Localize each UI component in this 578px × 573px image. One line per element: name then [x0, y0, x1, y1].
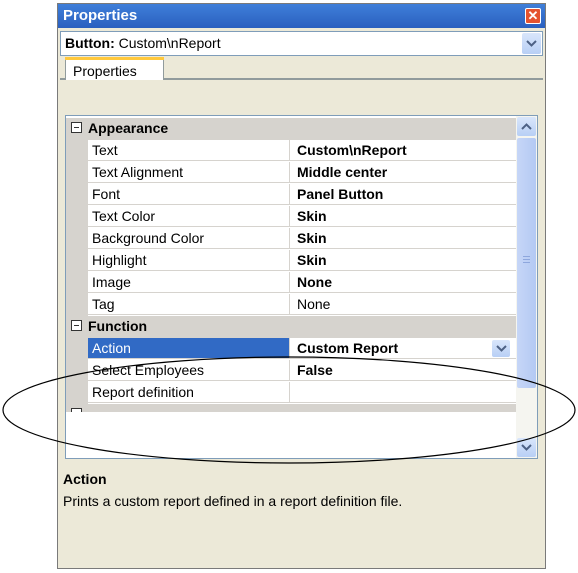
property-value[interactable]: None: [290, 294, 516, 315]
object-selector-dropdown-button[interactable]: [522, 33, 541, 54]
property-value[interactable]: False: [290, 360, 516, 381]
property-row-select-employees[interactable]: Select Employees False: [66, 360, 516, 382]
property-name: Background Color: [88, 228, 290, 249]
property-row-highlight[interactable]: Highlight Skin: [66, 250, 516, 272]
property-value[interactable]: [290, 382, 516, 403]
property-row-action[interactable]: Action Custom Report: [66, 338, 516, 360]
property-row-text-color[interactable]: Text Color Skin: [66, 206, 516, 228]
help-text: Prints a custom report defined in a repo…: [63, 493, 403, 509]
tab-properties[interactable]: Properties: [65, 57, 164, 80]
property-value[interactable]: Custom\nReport: [290, 140, 516, 161]
scroll-down-button[interactable]: [517, 438, 536, 457]
category-function[interactable]: Function: [66, 316, 516, 338]
scroll-up-button[interactable]: [517, 117, 536, 136]
title-bar[interactable]: Properties ✕: [58, 4, 545, 28]
chevron-down-icon: [526, 40, 537, 47]
action-dropdown-button[interactable]: [492, 340, 510, 357]
property-name: Highlight: [88, 250, 290, 271]
collapse-icon[interactable]: [71, 320, 82, 331]
property-name: Report definition: [88, 382, 290, 403]
property-name: Text Color: [88, 206, 290, 227]
property-row-tag[interactable]: Tag None: [66, 294, 516, 316]
property-name: Text Alignment: [88, 162, 290, 183]
chevron-down-icon: [521, 444, 532, 451]
tab-properties-label: Properties: [73, 63, 137, 79]
property-value[interactable]: None: [290, 272, 516, 293]
property-value[interactable]: Custom Report: [290, 338, 516, 359]
property-name: Action: [88, 338, 290, 359]
property-value[interactable]: Panel Button: [290, 184, 516, 205]
property-name: Text: [88, 140, 290, 161]
property-grid-scrollbar[interactable]: [516, 116, 537, 458]
property-row-font[interactable]: Font Panel Button: [66, 184, 516, 206]
property-grid: Appearance Text Custom\nReport Text Alig…: [65, 115, 538, 459]
category-layout[interactable]: [66, 404, 516, 412]
collapse-icon[interactable]: [71, 122, 82, 133]
category-appearance[interactable]: Appearance: [66, 118, 516, 140]
scroll-thumb[interactable]: [517, 138, 536, 388]
property-row-background-color[interactable]: Background Color Skin: [66, 228, 516, 250]
help-pane: Action Prints a custom report defined in…: [60, 466, 543, 566]
property-value[interactable]: Middle center: [290, 162, 516, 183]
property-row-image[interactable]: Image None: [66, 272, 516, 294]
property-row-text-alignment[interactable]: Text Alignment Middle center: [66, 162, 516, 184]
property-name: Tag: [88, 294, 290, 315]
object-selector[interactable]: Button: Custom\nReport: [60, 31, 543, 56]
category-name: Function: [88, 318, 148, 334]
object-name: Custom\nReport: [118, 35, 221, 51]
chevron-down-icon: [496, 345, 507, 352]
category-name: Appearance: [88, 120, 169, 136]
chevron-up-icon: [521, 123, 532, 130]
property-row-text[interactable]: Text Custom\nReport: [66, 140, 516, 162]
properties-window: Properties ✕ Button: Custom\nReport Prop…: [57, 3, 546, 569]
property-row-report-definition[interactable]: Report definition: [66, 382, 516, 404]
collapse-icon[interactable]: [71, 408, 82, 412]
window-title: Properties: [63, 7, 138, 24]
close-button[interactable]: ✕: [525, 8, 541, 24]
help-title: Action: [63, 471, 107, 487]
object-type-label: Button:: [65, 35, 115, 51]
property-name: Select Employees: [88, 360, 290, 381]
property-name: Image: [88, 272, 290, 293]
property-value[interactable]: Skin: [290, 250, 516, 271]
property-value[interactable]: Skin: [290, 206, 516, 227]
property-value[interactable]: Skin: [290, 228, 516, 249]
close-icon: ✕: [527, 8, 539, 23]
property-name: Font: [88, 184, 290, 205]
